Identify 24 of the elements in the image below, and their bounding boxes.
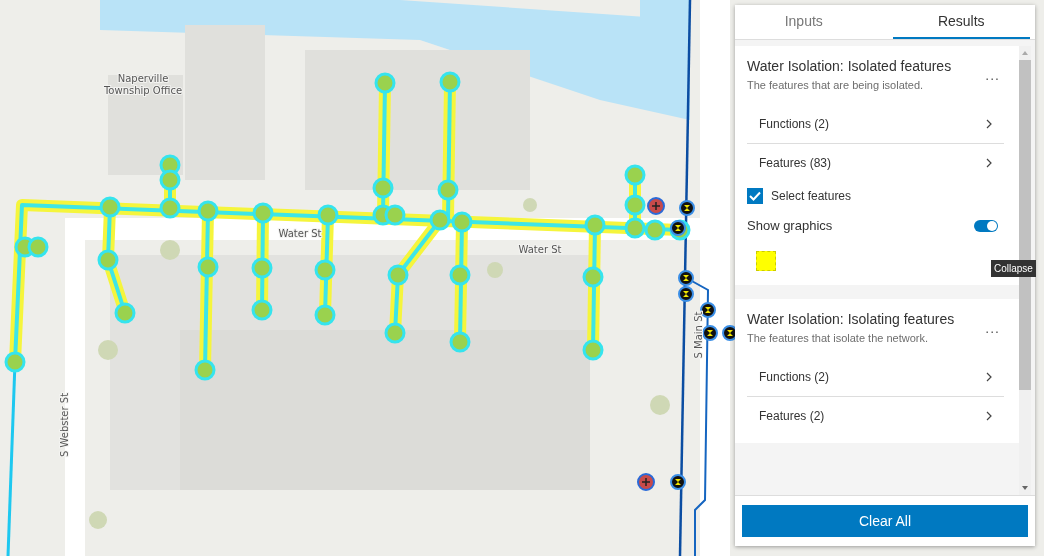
- chevron-right-icon: [986, 158, 992, 168]
- street-label: S Main St: [693, 311, 704, 359]
- street-label: Water St: [518, 244, 562, 255]
- panel-tab[interactable]: Results: [892, 5, 1030, 39]
- tooltip: Collapse: [991, 260, 1036, 277]
- place-label: Naperville Township Office: [103, 73, 183, 96]
- panel-tab[interactable]: Inputs: [735, 5, 873, 39]
- show-graphics-label: Show graphics: [747, 218, 833, 233]
- color-swatch[interactable]: [756, 251, 776, 271]
- street-label: S Webster St: [59, 392, 70, 458]
- toggle-switch[interactable]: [974, 219, 998, 232]
- more-options-button[interactable]: ...: [981, 66, 1004, 83]
- section-title: Water Isolation: Isolated features: [747, 58, 953, 75]
- chevron-right-icon: [986, 119, 992, 129]
- checkbox-label: Select features: [771, 189, 852, 203]
- section-description: The features that are being isolated.: [747, 79, 925, 91]
- chevron-right-icon: [986, 411, 992, 421]
- chevron-right-icon: [986, 372, 992, 382]
- street-label: Water St: [278, 228, 322, 239]
- more-options-button[interactable]: ...: [981, 319, 1004, 336]
- clear-all-button[interactable]: Clear All: [742, 505, 1028, 537]
- checkbox[interactable]: [747, 188, 763, 204]
- section-description: The features that isolate the network.: [747, 332, 929, 344]
- section-title: Water Isolation: Isolating features: [747, 311, 956, 328]
